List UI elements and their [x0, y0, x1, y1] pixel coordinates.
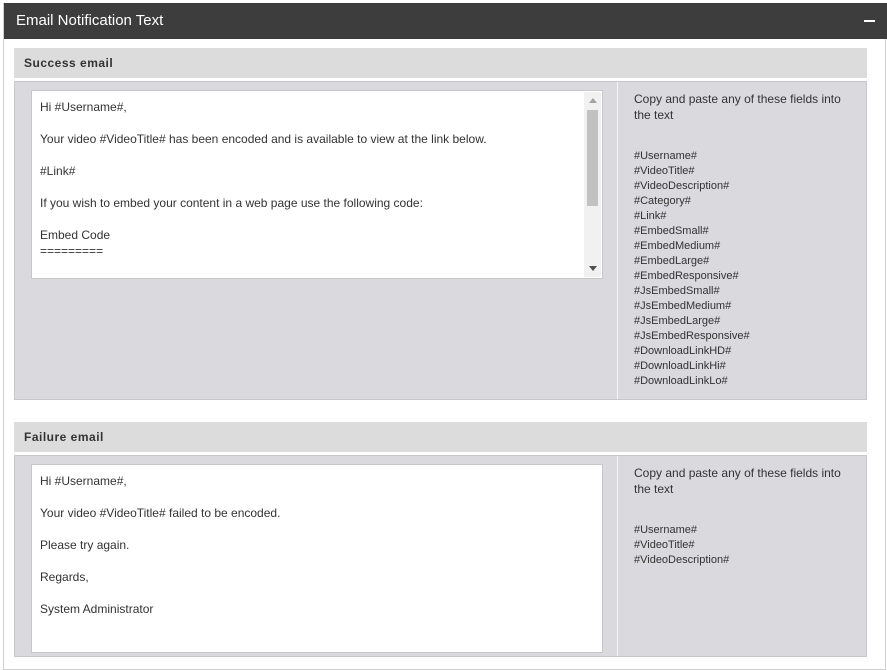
failure-email-header: Failure email [14, 422, 867, 452]
email-line: Your video #VideoTitle# has been encoded… [40, 132, 487, 146]
field-token: #DownloadLinkHi# [634, 360, 726, 372]
email-line: Please try again. [40, 538, 130, 552]
success-email-fields-panel: Copy and paste any of these fields into … [619, 82, 866, 399]
email-line: Your video #VideoTitle# failed to be enc… [40, 506, 281, 520]
field-token: #EmbedMedium# [634, 240, 721, 252]
failure-email-fields-panel: Copy and paste any of these fields into … [619, 456, 866, 656]
field-token: #Username# [634, 524, 697, 536]
chevron-down-icon[interactable] [584, 260, 601, 277]
failure-email-editor-area: Hi #Username#, Your video #VideoTitle# fa… [15, 456, 618, 656]
field-token: #JsEmbedResponsive# [634, 330, 750, 342]
failure-email-body: Hi #Username#, Your video #VideoTitle# fa… [14, 455, 867, 657]
failure-email-text: Hi #Username#, Your video #VideoTitle# fa… [32, 465, 602, 625]
field-token: #VideoDescription# [634, 554, 730, 566]
email-line: System Administrator [40, 602, 154, 616]
panel-title: Email Notification Text [16, 12, 164, 29]
field-token: #DownloadLinkLo# [634, 375, 728, 387]
field-token: #EmbedResponsive# [634, 270, 739, 282]
field-token: #Username# [634, 150, 697, 162]
failure-email-title: Failure email [24, 430, 104, 444]
field-token: #Link# [634, 210, 667, 222]
success-email-title: Success email [24, 56, 114, 70]
success-email-header: Success email [14, 48, 867, 78]
field-token: #DownloadLinkHD# [634, 345, 732, 357]
email-line: If you wish to embed your content in a w… [40, 196, 423, 210]
success-email-textarea[interactable]: Hi #Username#, Your video #VideoTitle# ha… [31, 90, 603, 279]
failure-help-text: Copy and paste any of these fields into … [634, 466, 841, 496]
email-line: Embed Code [40, 228, 111, 242]
email-line: Hi #Username#, [40, 474, 127, 488]
success-email-scrollbar[interactable] [584, 92, 601, 277]
email-line: Hi #Username#, [40, 100, 127, 114]
email-line: ========= [40, 244, 104, 258]
panel-header: Email Notification Text [4, 3, 887, 39]
minus-icon[interactable] [864, 20, 875, 22]
success-email-text: Hi #Username#, Your video #VideoTitle# ha… [32, 91, 602, 267]
email-line: #Link# [40, 164, 76, 178]
field-token: #VideoTitle# [634, 539, 695, 551]
success-help-text: Copy and paste any of these fields into … [634, 92, 841, 122]
success-field-list: #Username# #VideoTitle# #VideoDescription#… [634, 149, 851, 389]
success-email-body: Hi #Username#, Your video #VideoTitle# ha… [14, 81, 867, 400]
field-token: #VideoTitle# [634, 165, 695, 177]
failure-email-textarea[interactable]: Hi #Username#, Your video #VideoTitle# fa… [31, 464, 603, 653]
field-token: #EmbedSmall# [634, 225, 709, 237]
field-token: #JsEmbedSmall# [634, 285, 720, 297]
chevron-up-icon[interactable] [584, 92, 601, 109]
field-token: #Category# [634, 195, 691, 207]
email-line: Regards, [40, 570, 89, 584]
success-email-editor-area: Hi #Username#, Your video #VideoTitle# ha… [15, 82, 618, 399]
field-token: #VideoDescription# [634, 180, 730, 192]
field-token: #JsEmbedMedium# [634, 300, 732, 312]
failure-field-list: #Username# #VideoTitle# #VideoDescription# [634, 523, 851, 568]
field-token: #JsEmbedLarge# [634, 315, 721, 327]
field-token: #EmbedLarge# [634, 255, 710, 267]
scroll-thumb[interactable] [587, 110, 598, 206]
